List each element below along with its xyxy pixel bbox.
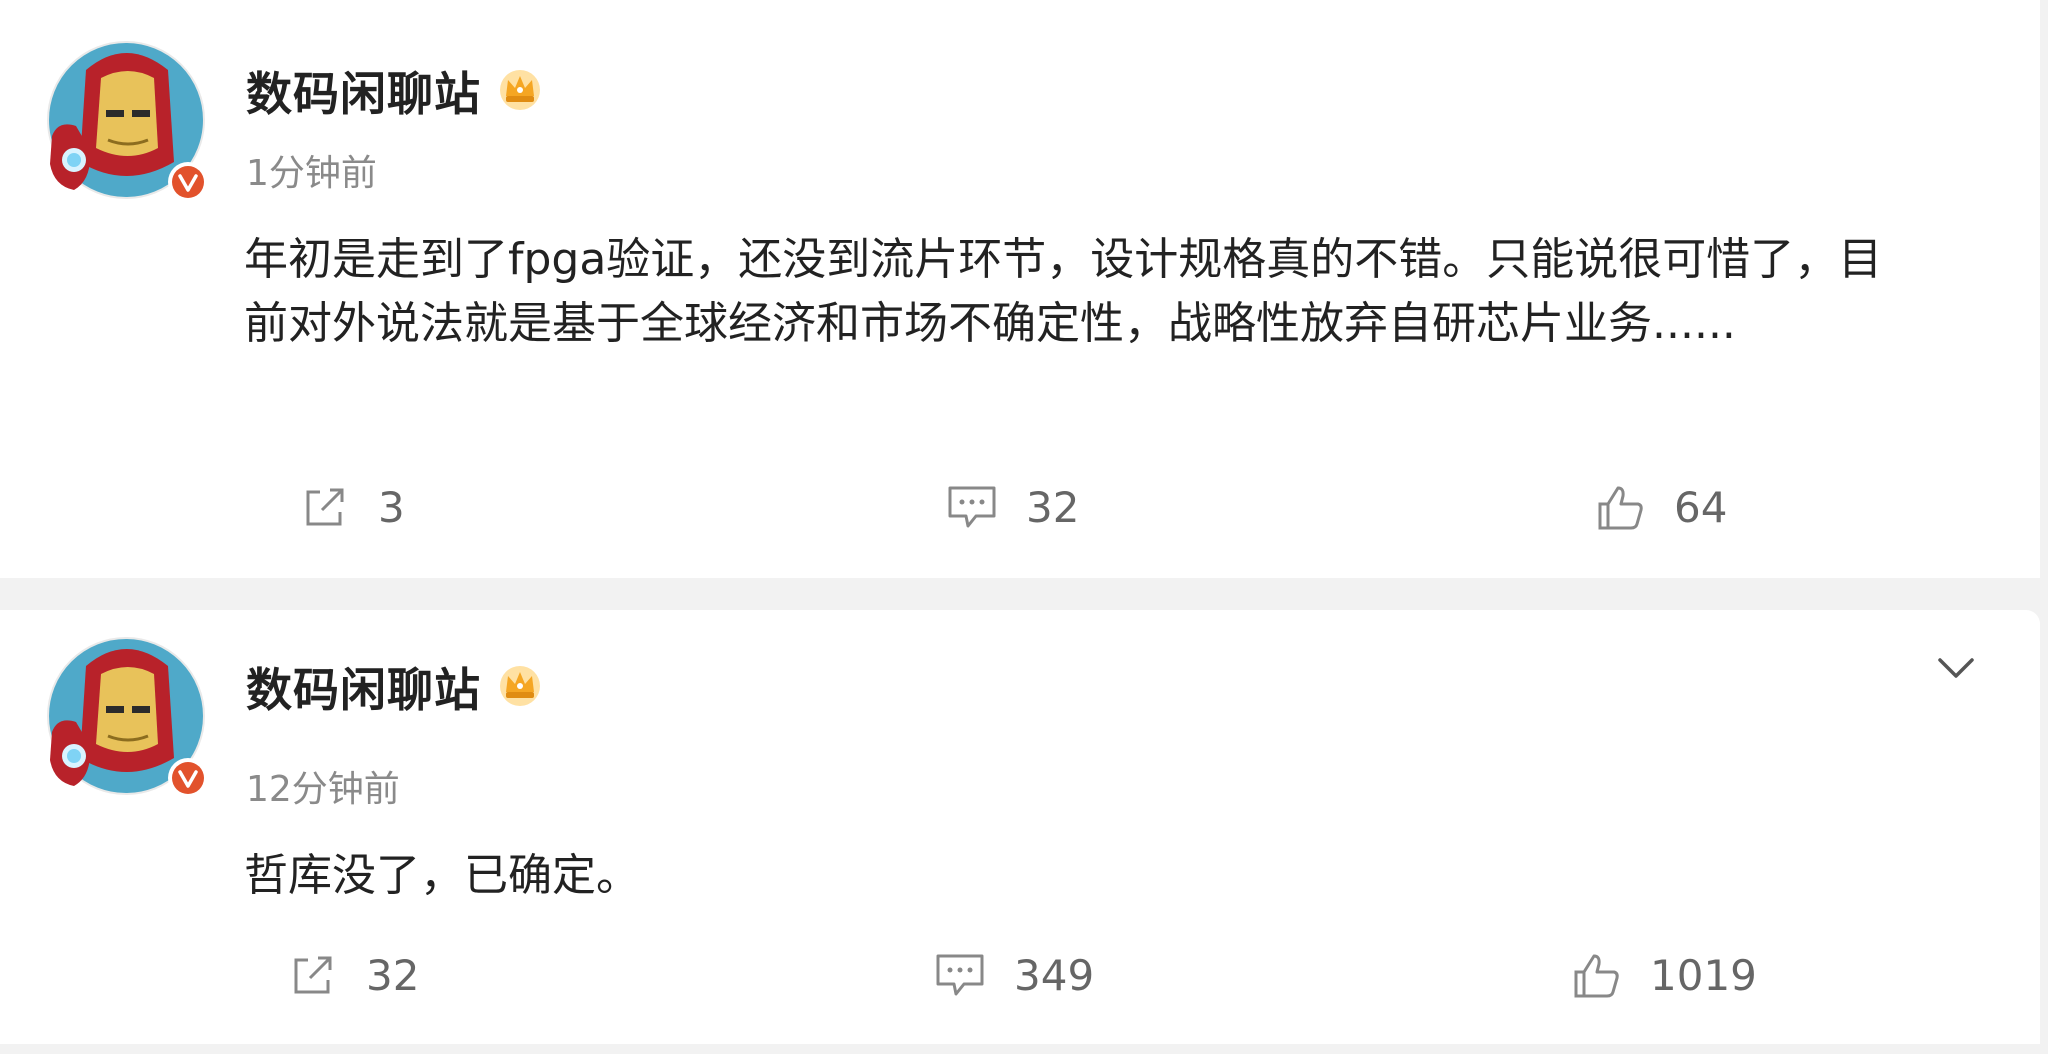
comment-count: 32 xyxy=(1026,482,1080,532)
username[interactable]: 数码闲聊站 xyxy=(246,58,481,124)
like-count: 64 xyxy=(1674,482,1728,532)
post-content: 年初是走到了fpga验证，还没到流片环节，设计规格真的不错。只能说很可惜了，目前… xyxy=(244,234,1883,349)
share-icon xyxy=(306,488,344,526)
comment-button[interactable]: 349 xyxy=(934,950,1094,1000)
comment-icon xyxy=(936,954,984,996)
share-button[interactable]: 32 xyxy=(288,950,419,1000)
comment-count: 349 xyxy=(1014,950,1095,1000)
comment-icon xyxy=(948,486,996,528)
crown-badge-icon xyxy=(500,666,540,706)
share-icon xyxy=(294,956,332,994)
post-time: 12分钟前 xyxy=(246,769,400,810)
post-time: 1分钟前 xyxy=(246,153,377,194)
crown-badge-icon xyxy=(500,70,540,110)
like-count: 1019 xyxy=(1650,950,1757,1000)
post-card: 数码闲聊站 12分钟前 哲库没了，已确定。 32 349 1019 xyxy=(0,610,2040,1044)
chevron-down-icon[interactable] xyxy=(1934,654,1978,682)
post-content: 哲库没了，已确定。 xyxy=(244,850,640,901)
like-icon xyxy=(1574,954,1619,998)
share-count: 3 xyxy=(378,482,405,532)
like-icon xyxy=(1598,486,1643,530)
post-card: 数码闲聊站 1分钟前 年初是走到了fpga验证，还没到流片环节，设计规格真的不错… xyxy=(0,0,2040,578)
share-count: 32 xyxy=(366,950,420,1000)
username[interactable]: 数码闲聊站 xyxy=(246,654,481,720)
avatar[interactable] xyxy=(46,40,212,206)
comment-button[interactable]: 32 xyxy=(946,482,1079,532)
like-button[interactable]: 64 xyxy=(1596,482,1727,532)
share-button[interactable]: 3 xyxy=(300,482,405,532)
like-button[interactable]: 1019 xyxy=(1572,950,1757,1000)
avatar[interactable] xyxy=(46,636,212,802)
